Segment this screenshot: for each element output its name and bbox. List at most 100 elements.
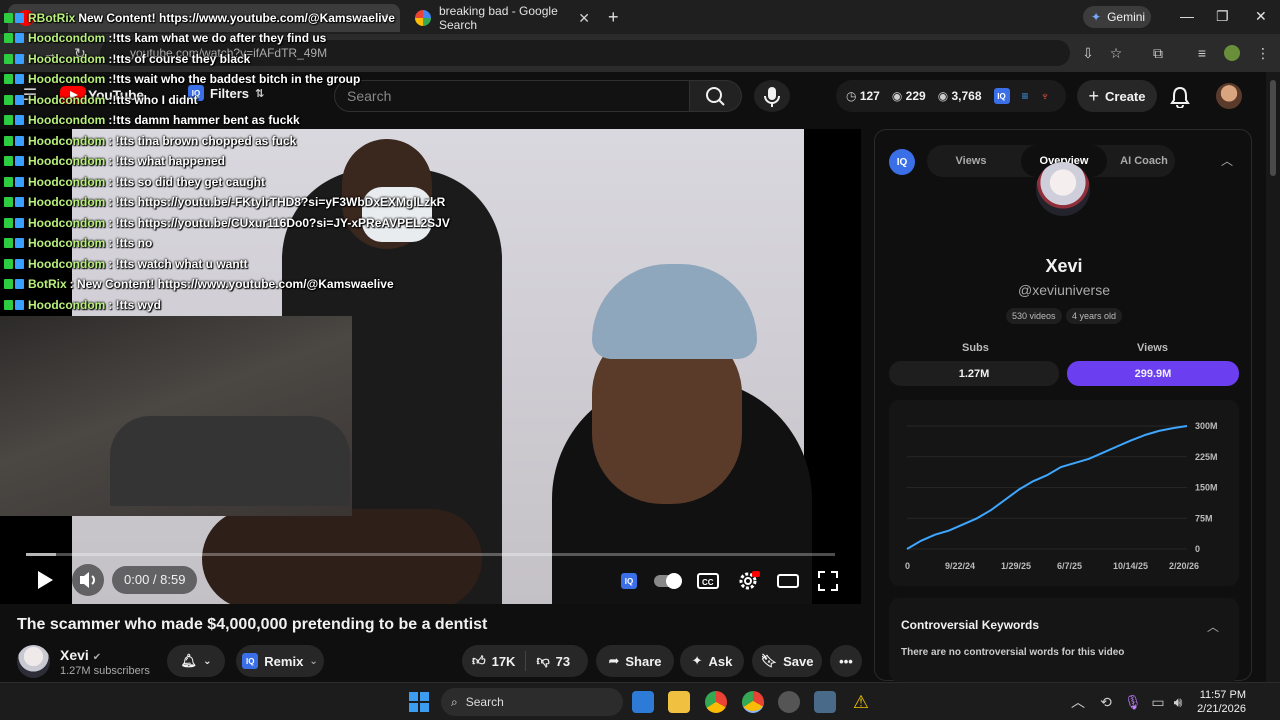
- channel-stats-bar[interactable]: ◷ 127 ◉ 229 ◉ 3,768 IQ ≡ ♆: [836, 80, 1066, 112]
- stream-chat-overlay: RBotRix New Content! https://www.youtube.…: [0, 0, 450, 315]
- trophy-icon[interactable]: ♆: [1041, 89, 1050, 103]
- chat-line: Hoodcondom:!tts of course they black: [4, 51, 250, 67]
- install-icon[interactable]: ⇩: [1080, 45, 1096, 61]
- remix-button[interactable]: IQ Remix ⌄: [236, 645, 324, 677]
- channel-avatar[interactable]: [17, 645, 50, 678]
- chat-line: RBotRix New Content! https://www.youtube.…: [4, 10, 395, 26]
- mic-tray-icon[interactable]: 🎙︎: [1124, 694, 1142, 710]
- chat-line: Hoodcondom: !tts watch what u wantt: [4, 256, 248, 272]
- chat-message: : !tts what happened: [108, 154, 225, 168]
- chat-username: Hoodcondom: [28, 113, 106, 127]
- network-icon[interactable]: ▭: [1150, 694, 1166, 710]
- chat-message: :!tts of course they black: [108, 52, 251, 66]
- ask-label: Ask: [708, 653, 733, 669]
- new-tab-button[interactable]: +: [608, 7, 619, 28]
- kick-badge-icon: [4, 136, 13, 146]
- chevron-down-icon: ⌄: [309, 655, 318, 667]
- views-value[interactable]: 299.9M: [1067, 361, 1239, 386]
- subs-value[interactable]: 1.27M: [889, 361, 1059, 386]
- thumbs-up-icon[interactable]: 👍︎: [472, 653, 486, 669]
- taskbar-search-label: Search: [465, 695, 504, 709]
- close-tab-icon[interactable]: ✕: [578, 10, 590, 27]
- microphone-icon: [764, 87, 780, 107]
- extensions-icon[interactable]: ⧉: [1150, 45, 1166, 61]
- account-avatar[interactable]: [1216, 83, 1242, 109]
- menu-dots-icon[interactable]: ⋮: [1255, 45, 1271, 61]
- minimize-icon[interactable]: —: [1180, 8, 1194, 24]
- iq-icon[interactable]: IQ: [993, 88, 1010, 104]
- file-explorer-icon[interactable]: [668, 691, 690, 713]
- play-button[interactable]: [30, 566, 58, 594]
- platform-badge-icon: [15, 300, 24, 310]
- iq-player-icon[interactable]: IQ: [617, 569, 641, 593]
- chat-line: Hoodcondom: !tts tina brown chopped as f…: [4, 133, 296, 149]
- autoplay-toggle[interactable]: [652, 569, 682, 593]
- notification-subscribe-button[interactable]: 🔔︎ ⌄: [167, 645, 225, 677]
- search-button[interactable]: [690, 80, 742, 112]
- windows-start-icon[interactable]: [408, 691, 430, 713]
- tab-views[interactable]: Views: [927, 145, 1015, 177]
- chat-line: Hoodcondom: !tts so did they get caught: [4, 174, 265, 190]
- thumbs-down-icon[interactable]: 👎︎: [536, 653, 549, 669]
- tab-ai-coach[interactable]: AI Coach: [1113, 145, 1175, 177]
- bell-icon: 🔔︎: [180, 653, 198, 668]
- kick-badge-icon: [4, 279, 13, 289]
- gemini-button[interactable]: ✦ Gemini: [1083, 6, 1151, 28]
- buffered-indicator: [26, 553, 56, 556]
- collapse-chevron-icon[interactable]: ︿: [1207, 618, 1219, 635]
- tray-chevron-icon[interactable]: ︿: [1070, 694, 1086, 710]
- share-button[interactable]: ➦ Share: [596, 645, 674, 677]
- chat-username: Hoodcondom: [28, 52, 106, 66]
- theater-mode-icon[interactable]: [776, 569, 800, 593]
- kick-badge-icon: [4, 218, 13, 228]
- profile-avatar-icon[interactable]: [1224, 45, 1240, 61]
- ask-button[interactable]: ✦ Ask: [680, 645, 744, 677]
- kick-badge-icon: [4, 177, 13, 187]
- search-icon: ⌕: [451, 694, 458, 709]
- share-icon: ➦: [608, 653, 620, 668]
- panel-channel-name: Xevi: [1045, 256, 1083, 276]
- speaker-icon[interactable]: 🔊︎: [1170, 694, 1186, 710]
- webcam-overlay: [0, 316, 352, 516]
- settings-app-icon[interactable]: [814, 691, 836, 713]
- chrome-active-icon[interactable]: [742, 691, 764, 713]
- chrome-icon[interactable]: [705, 691, 727, 713]
- channel-name[interactable]: Xevi ✔: [60, 647, 101, 663]
- create-button[interactable]: + Create: [1077, 80, 1157, 112]
- collapse-chevron-icon[interactable]: ︿: [1221, 152, 1233, 169]
- save-button[interactable]: 🔖︎ Save: [752, 645, 822, 677]
- chart-svg: 0 75M 150M 225M 300M 0 9/22/24 1/29/25 6/7/25 10/…: [905, 421, 1218, 571]
- platform-badge-icon: [15, 13, 24, 23]
- fullscreen-icon[interactable]: [816, 569, 840, 593]
- app-icon[interactable]: [778, 691, 800, 713]
- volume-button[interactable]: [72, 564, 104, 596]
- settings-gear-icon[interactable]: [736, 569, 760, 593]
- like-count[interactable]: 17K: [492, 654, 516, 669]
- page-scrollbar-thumb[interactable]: [1270, 80, 1276, 176]
- bookmark-icon: 🔖︎: [760, 653, 778, 668]
- maximize-icon[interactable]: ❐: [1216, 8, 1229, 25]
- more-actions-button[interactable]: •••: [830, 645, 862, 677]
- warning-icon[interactable]: ⚠: [850, 691, 872, 713]
- eye-icon: ◉: [891, 89, 906, 103]
- platform-badge-icon: [15, 136, 24, 146]
- list-icon[interactable]: ≡: [1022, 89, 1029, 103]
- video-title: The scammer who made $4,000,000 pretendi…: [17, 616, 488, 633]
- notifications-bell-icon[interactable]: [1170, 86, 1190, 108]
- voice-search-button[interactable]: [754, 80, 790, 112]
- platform-badge-icon: [15, 156, 24, 166]
- store-app-icon[interactable]: [632, 691, 654, 713]
- volume-icon: [80, 572, 95, 588]
- taskbar-search[interactable]: ⌕ Search: [441, 688, 623, 716]
- system-clock[interactable]: 11:57 PM 2/21/2026: [1196, 688, 1246, 716]
- bookmark-star-icon[interactable]: ☆: [1108, 45, 1124, 61]
- close-window-icon[interactable]: ✕: [1255, 8, 1267, 25]
- platform-badge-icon: [15, 115, 24, 125]
- eye-icon: ◉: [937, 89, 952, 103]
- video-progress-bar[interactable]: [26, 553, 835, 556]
- sync-icon[interactable]: ⟲: [1098, 694, 1114, 710]
- media-controls-icon[interactable]: ≡: [1194, 45, 1210, 61]
- captions-icon[interactable]: CC: [696, 569, 720, 593]
- panel-channel-avatar: [1036, 162, 1090, 216]
- chevron-down-icon: ⌄: [203, 655, 212, 667]
